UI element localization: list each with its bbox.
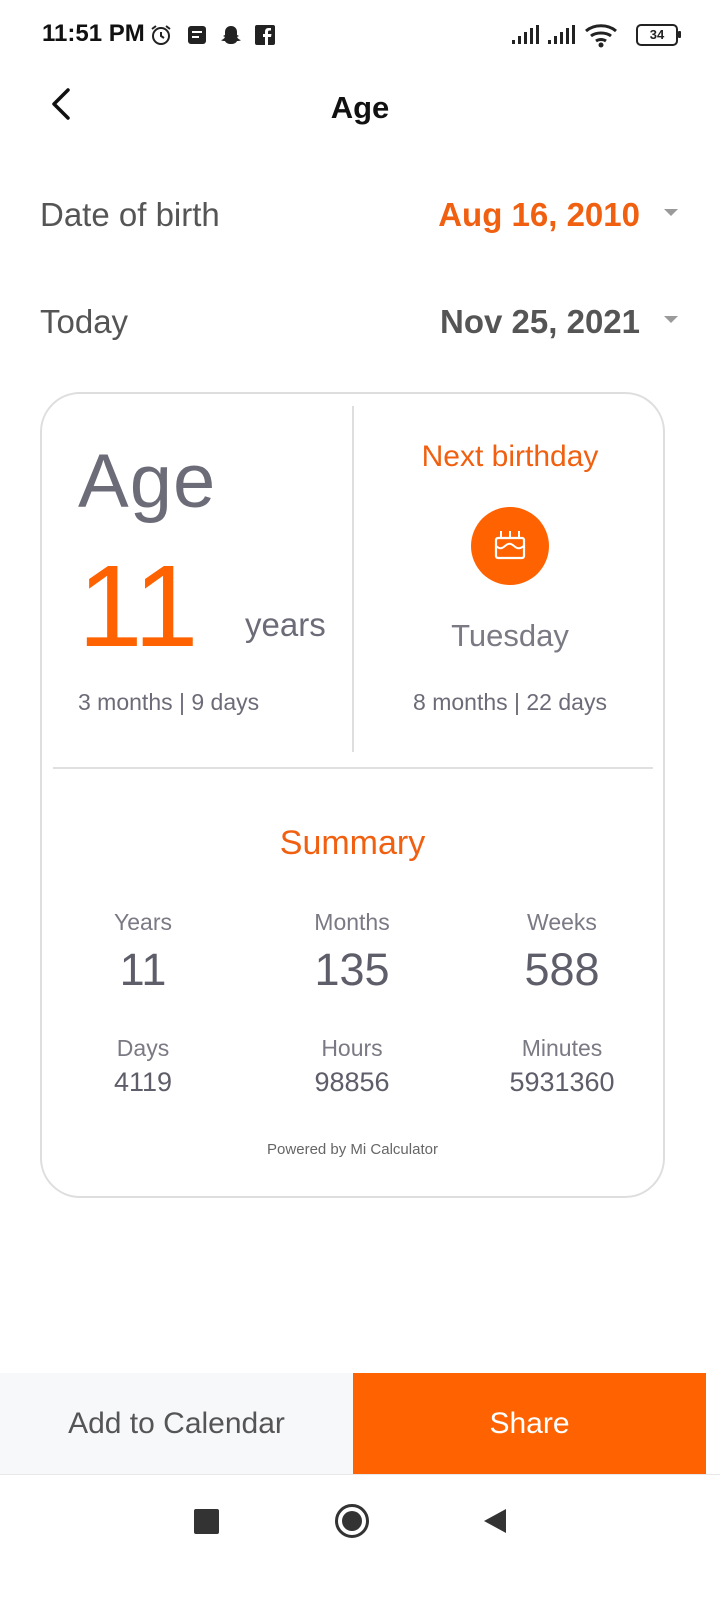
summary-days-value: 4119 — [113, 1067, 173, 1097]
back-triangle-icon[interactable] — [484, 1509, 506, 1533]
age-years-value: 11 — [78, 541, 199, 671]
battery-tip — [678, 31, 681, 38]
back-button[interactable] — [40, 84, 84, 128]
page-title: Age — [330, 90, 390, 125]
alarm-icon — [148, 22, 174, 48]
next-birthday-detail: 8 months | 22 days — [413, 689, 607, 715]
summary-weeks-label: Weeks — [527, 909, 597, 935]
next-birthday-title: Next birthday — [421, 440, 599, 473]
age-years-unit: years — [245, 606, 326, 643]
status-bar: 11:51 PM 34 — [0, 0, 720, 70]
summary-years-label: Years — [114, 909, 172, 935]
summary-hours-label: Hours — [321, 1035, 383, 1061]
summary-months-value: 135 — [314, 944, 390, 995]
age-heading: Age — [78, 439, 217, 524]
summary-minutes-label: Minutes — [521, 1035, 603, 1061]
summary-weeks-value: 588 — [524, 944, 600, 995]
summary-years-value: 11 — [119, 944, 167, 995]
date-of-birth-label: Date of birth — [40, 196, 220, 233]
today-label: Today — [40, 303, 129, 340]
share-button[interactable]: Share — [353, 1373, 706, 1474]
chevron-down-icon[interactable] — [664, 209, 678, 216]
next-birthday-day: Tuesday — [451, 618, 569, 653]
bottom-separator — [0, 1474, 720, 1475]
summary-days-label: Days — [116, 1035, 170, 1061]
chevron-down-icon[interactable] — [664, 316, 678, 323]
summary-minutes-value: 5931360 — [509, 1067, 615, 1097]
birthday-cake-badge — [471, 507, 549, 585]
battery-icon: 34 — [636, 24, 678, 46]
add-to-calendar-button[interactable]: Add to Calendar — [0, 1373, 353, 1474]
horizontal-divider — [53, 767, 653, 769]
age-detail: 3 months | 9 days — [78, 689, 260, 715]
home-circle-icon[interactable] — [335, 1504, 369, 1538]
wifi-icon — [584, 22, 618, 53]
summary-months-label: Months — [314, 909, 390, 935]
recents-square-icon[interactable] — [194, 1509, 219, 1534]
snapchat-icon — [218, 22, 244, 48]
birthday-cake-icon — [488, 522, 532, 571]
summary-title: Summary — [279, 824, 426, 862]
date-of-birth-value[interactable]: Aug 16, 2010 — [438, 196, 640, 234]
message-icon — [184, 22, 210, 48]
facebook-icon — [252, 22, 278, 48]
today-value[interactable]: Nov 25, 2021 — [440, 303, 640, 341]
powered-by-text: Powered by Mi Calculator — [267, 1141, 438, 1158]
vertical-divider — [352, 406, 354, 752]
signal-icon — [546, 24, 576, 51]
signal-icon — [510, 24, 540, 51]
back-chevron-icon — [48, 87, 76, 126]
summary-hours-value: 98856 — [314, 1067, 390, 1097]
status-time: 11:51 PM — [42, 20, 145, 47]
